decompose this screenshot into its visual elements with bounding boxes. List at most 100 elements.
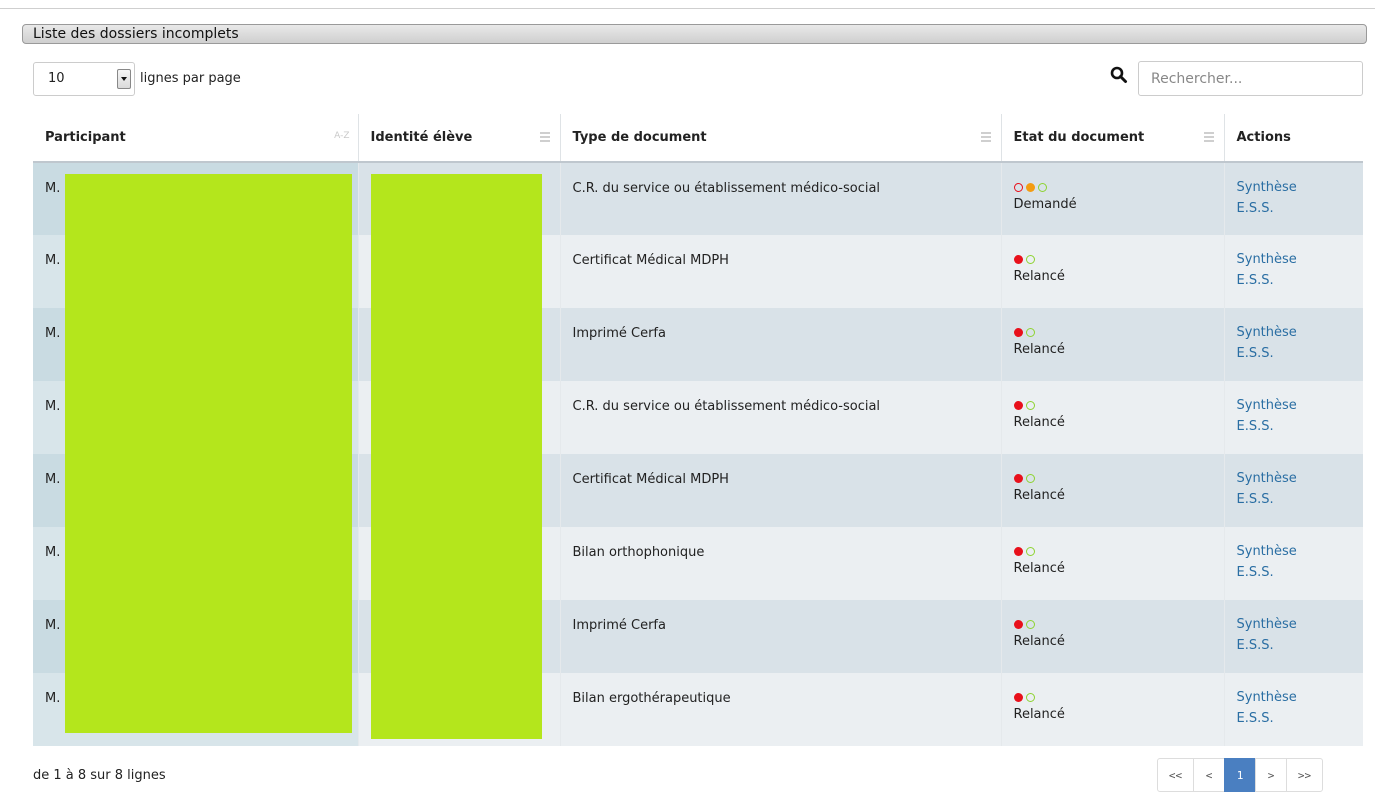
state-dot-red-outline (1013, 183, 1023, 192)
cell-actions: Synthèse E.S.S. (1224, 673, 1363, 746)
ess-link[interactable]: E.S.S. (1237, 343, 1352, 364)
document-type: Certificat Médical MDPH (572, 253, 729, 268)
state-indicator (1013, 399, 1212, 412)
column-header-etat[interactable]: Etat du document (1001, 114, 1225, 163)
state-dot-orange (1025, 183, 1035, 192)
synthese-link[interactable]: Synthèse (1237, 468, 1352, 489)
chevron-down-icon[interactable] (117, 69, 131, 89)
ess-link[interactable]: E.S.S. (1237, 198, 1352, 219)
sort-icon (980, 132, 991, 144)
cell-type: Imprimé Cerfa (560, 600, 1002, 673)
sort-icon (539, 132, 550, 144)
next-page-button[interactable]: > (1255, 758, 1287, 792)
participant-name: M. (45, 253, 61, 268)
ess-link[interactable]: E.S.S. (1237, 562, 1352, 583)
participant-name: M. (45, 618, 61, 633)
state-dot-red (1013, 547, 1023, 556)
state-label: Relancé (1013, 269, 1065, 284)
state-dot-green-outline (1025, 474, 1035, 483)
cell-type: Bilan ergothérapeutique (560, 673, 1002, 746)
state-indicator (1013, 545, 1212, 558)
state-dot-red (1013, 693, 1023, 702)
column-header-label: Actions (1236, 130, 1291, 145)
synthese-link[interactable]: Synthèse (1237, 322, 1352, 343)
column-header-actions: Actions (1224, 114, 1363, 163)
ess-link[interactable]: E.S.S. (1237, 635, 1352, 656)
column-header-label: Type de document (572, 130, 707, 145)
state-indicator (1013, 253, 1212, 266)
table-info: de 1 à 8 sur 8 lignes (33, 768, 166, 783)
cell-type: C.R. du service ou établissement médico-… (560, 162, 1002, 235)
synthese-link[interactable]: Synthèse (1237, 395, 1352, 416)
cell-type: Certificat Médical MDPH (560, 454, 1002, 527)
ess-link[interactable]: E.S.S. (1237, 416, 1352, 437)
first-page-button[interactable]: << (1157, 758, 1194, 792)
top-divider (0, 8, 1375, 9)
state-label: Relancé (1013, 561, 1065, 576)
state-indicator (1013, 472, 1212, 485)
state-dot-red (1013, 255, 1023, 264)
cell-etat: Relancé (1001, 308, 1225, 381)
state-dot-green-outline (1025, 328, 1035, 337)
column-header-identite[interactable]: Identité élève (358, 114, 561, 163)
column-header-label: Identité élève (370, 130, 473, 145)
participant-name: M. (45, 399, 61, 414)
synthese-link[interactable]: Synthèse (1237, 541, 1352, 562)
state-dot-red (1013, 620, 1023, 629)
column-header-label: Participant (45, 130, 126, 145)
table-header-row: Participant A-Z Identité élève Type de d… (33, 114, 1363, 163)
cell-actions: Synthèse E.S.S. (1224, 381, 1363, 454)
document-type: Bilan orthophonique (572, 545, 705, 560)
sort-icon (1203, 132, 1214, 144)
last-page-button[interactable]: >> (1286, 758, 1323, 792)
document-type: C.R. du service ou établissement médico-… (572, 399, 881, 414)
column-header-type[interactable]: Type de document (560, 114, 1002, 163)
sort-az-icon: A-Z (334, 131, 350, 141)
cell-type: C.R. du service ou établissement médico-… (560, 381, 1002, 454)
cell-etat: Relancé (1001, 600, 1225, 673)
state-label: Relancé (1013, 342, 1065, 357)
search-input[interactable] (1138, 61, 1363, 96)
state-indicator (1013, 326, 1212, 339)
state-indicator (1013, 618, 1212, 631)
state-dot-green-outline (1025, 547, 1035, 556)
synthese-link[interactable]: Synthèse (1237, 177, 1352, 198)
panel-title: Liste des dossiers incomplets (22, 24, 1367, 44)
cell-type: Imprimé Cerfa (560, 308, 1002, 381)
cell-actions: Synthèse E.S.S. (1224, 454, 1363, 527)
cell-etat: Relancé (1001, 454, 1225, 527)
redacted-student-identities (371, 174, 542, 739)
cell-actions: Synthèse E.S.S. (1224, 235, 1363, 308)
state-label: Relancé (1013, 488, 1065, 503)
page-1-button[interactable]: 1 (1224, 758, 1256, 792)
cell-etat: Relancé (1001, 673, 1225, 746)
state-dot-green-outline (1025, 620, 1035, 629)
state-dot-green-outline (1025, 255, 1035, 264)
document-type: Imprimé Cerfa (572, 326, 666, 341)
page-length-label: lignes par page (140, 71, 241, 86)
ess-link[interactable]: E.S.S. (1237, 708, 1352, 729)
cell-actions: Synthèse E.S.S. (1224, 600, 1363, 673)
redacted-participant-names (65, 174, 352, 733)
cell-actions: Synthèse E.S.S. (1224, 308, 1363, 381)
participant-name: M. (45, 472, 61, 487)
state-dot-red (1013, 401, 1023, 410)
state-label: Relancé (1013, 415, 1065, 430)
participant-name: M. (45, 545, 61, 560)
state-dot-green-outline (1025, 401, 1035, 410)
state-indicator (1013, 691, 1212, 704)
page-length-select[interactable]: 10 (33, 62, 135, 96)
ess-link[interactable]: E.S.S. (1237, 489, 1352, 510)
ess-link[interactable]: E.S.S. (1237, 270, 1352, 291)
synthese-link[interactable]: Synthèse (1237, 687, 1352, 708)
cell-type: Certificat Médical MDPH (560, 235, 1002, 308)
state-indicator (1013, 181, 1212, 194)
cell-etat: Relancé (1001, 381, 1225, 454)
synthese-link[interactable]: Synthèse (1237, 249, 1352, 270)
page-length-value: 10 (48, 71, 65, 86)
synthese-link[interactable]: Synthèse (1237, 614, 1352, 635)
prev-page-button[interactable]: < (1193, 758, 1225, 792)
column-header-participant[interactable]: Participant A-Z (33, 114, 359, 163)
document-type: C.R. du service ou établissement médico-… (572, 181, 881, 196)
participant-name: M. (45, 691, 61, 706)
